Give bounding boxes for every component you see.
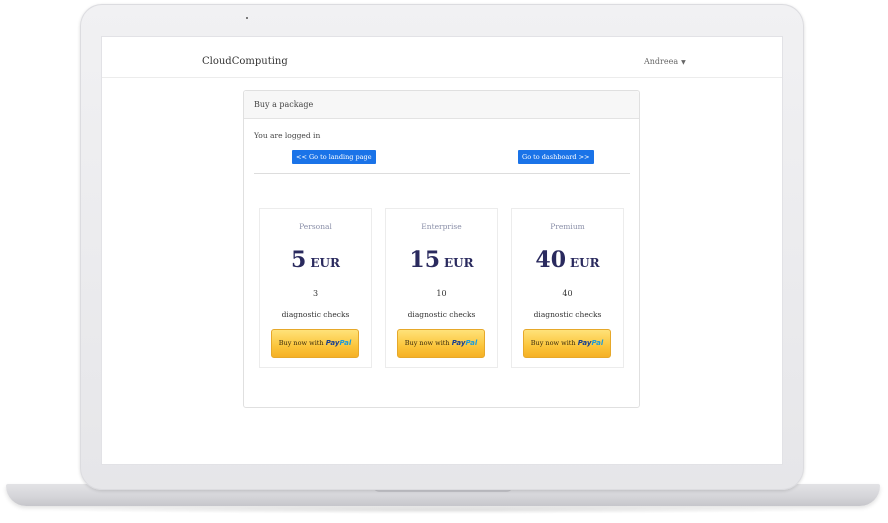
plan-price: 5 EUR [260, 247, 371, 273]
checks-label: diagnostic checks [281, 310, 350, 319]
checks-count: 40 [562, 289, 573, 298]
brand-link[interactable]: CloudComputing [202, 56, 288, 67]
paypal-logo: PayPal [325, 339, 352, 347]
card-header: Buy a package [244, 91, 639, 119]
paypal-logo: PayPal [577, 339, 604, 347]
checks-count: 10 [436, 289, 447, 298]
plan-price: 40 EUR [512, 247, 623, 273]
plan-premium: Premium 40 EUR 40 diagnostic checks Buy n… [511, 208, 624, 368]
card-title: Buy a package [254, 100, 314, 109]
buy-paypal-button[interactable]: Buy now with PayPal [271, 329, 359, 358]
user-menu[interactable]: Andreea ▼ [644, 57, 686, 66]
price-currency: EUR [310, 256, 340, 270]
user-name: Andreea [644, 57, 679, 66]
plan-enterprise: Enterprise 15 EUR 10 diagnostic checks Bu… [385, 208, 498, 368]
buy-prefix: Buy now with [278, 339, 324, 347]
price-value: 40 [535, 247, 567, 273]
plan-name: Premium [550, 222, 585, 231]
caret-down-icon: ▼ [681, 59, 686, 66]
navbar: CloudComputing Andreea ▼ [102, 37, 782, 78]
login-status: You are logged in [254, 131, 321, 140]
navigation-row: << Go to landing page Go to dashboard >> [254, 143, 630, 174]
plan-name: Enterprise [421, 222, 462, 231]
laptop-shadow [40, 506, 846, 514]
checks-count: 3 [312, 289, 319, 298]
price-currency: EUR [570, 256, 600, 270]
landing-page-button[interactable]: << Go to landing page [292, 150, 376, 164]
buy-paypal-button[interactable]: Buy now with PayPal [397, 329, 485, 358]
plan-name: Personal [299, 222, 332, 231]
buy-paypal-button[interactable]: Buy now with PayPal [523, 329, 611, 358]
package-card: Buy a package You are logged in << Go to… [243, 90, 640, 408]
buy-prefix: Buy now with [404, 339, 450, 347]
dashboard-button[interactable]: Go to dashboard >> [518, 150, 594, 164]
price-value: 5 [291, 247, 307, 273]
checks-label: diagnostic checks [533, 310, 602, 319]
checks-label: diagnostic checks [407, 310, 476, 319]
plan-price: 15 EUR [386, 247, 497, 273]
laptop-screen: CloudComputing Andreea ▼ Buy a package Yo… [102, 37, 782, 464]
camera-icon [246, 17, 248, 19]
price-currency: EUR [444, 256, 474, 270]
buy-prefix: Buy now with [530, 339, 576, 347]
plan-personal: Personal 5 EUR 3 diagnostic checks Buy no… [259, 208, 372, 368]
price-value: 15 [409, 247, 441, 273]
paypal-logo: PayPal [451, 339, 478, 347]
